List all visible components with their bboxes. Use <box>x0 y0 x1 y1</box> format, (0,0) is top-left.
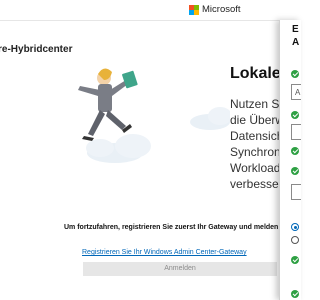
side-panel: E A A <box>279 20 301 300</box>
brand-name: Microsoft <box>202 4 241 15</box>
top-bar: Microsoft <box>0 0 300 21</box>
panel-input[interactable] <box>291 124 301 140</box>
check-icon <box>291 290 299 298</box>
description-line: Nutzen Sie <box>230 97 280 111</box>
microsoft-logo-icon <box>189 5 199 15</box>
panel-title: E A <box>292 23 299 49</box>
panel-input[interactable] <box>291 184 301 200</box>
radio-option[interactable] <box>291 223 299 231</box>
check-icon <box>291 70 299 78</box>
check-icon <box>291 167 299 175</box>
description-line: Synchronis <box>230 145 280 159</box>
panel-title-line: E <box>292 24 299 35</box>
description-line: verbessern <box>230 177 280 191</box>
hero-illustration <box>78 68 230 163</box>
description-line: Workloads <box>230 161 280 175</box>
signin-button[interactable]: Anmelden <box>83 262 277 276</box>
description-line: die Überwa <box>230 113 280 127</box>
check-icon <box>291 111 299 119</box>
panel-input[interactable]: A <box>291 84 301 100</box>
radio-option[interactable] <box>291 236 299 244</box>
description-line: Datensiche <box>230 129 280 143</box>
check-icon <box>291 147 299 155</box>
description: Nutzen Sie die Überwa Datensiche Synchro… <box>230 96 280 192</box>
register-gateway-link[interactable]: Registrieren Sie Ihr Windows Admin Cente… <box>82 249 247 256</box>
panel-title-line: A <box>292 37 300 48</box>
check-icon <box>291 256 299 264</box>
register-prompt: Um fortzufahren, registrieren Sie zuerst… <box>64 224 279 231</box>
